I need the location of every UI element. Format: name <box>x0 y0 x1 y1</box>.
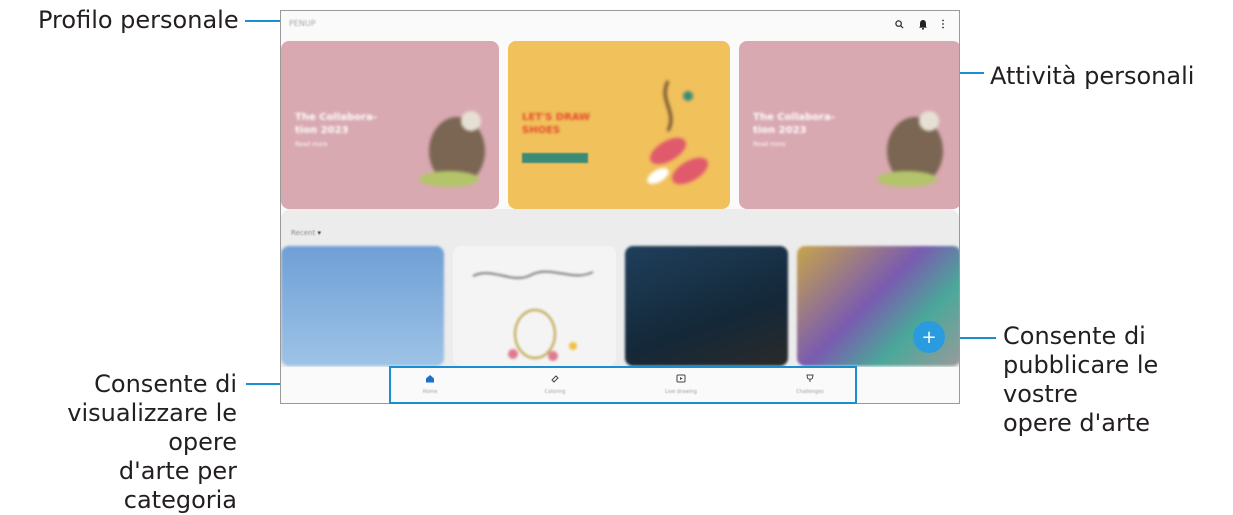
callout-publish-line2: pubblicare le vostre <box>1003 351 1159 408</box>
banner-card[interactable]: LET'S DRAW SHOES <box>508 41 730 209</box>
artwork-card[interactable] <box>625 246 788 366</box>
callout-categories: Consente di visualizzare le opere d'arte… <box>0 370 237 515</box>
callout-activity: Attività personali <box>990 62 1195 90</box>
callout-publish-line3: opere d'arte <box>1003 409 1150 437</box>
bottom-navigation-highlight <box>389 366 857 404</box>
search-icon[interactable] <box>893 18 905 30</box>
banner-subtitle: Read more <box>753 141 786 148</box>
callout-publish-line1: Consente di <box>1003 322 1146 350</box>
callout-line-profile <box>245 20 283 22</box>
app-bar: PENUP <box>281 11 959 41</box>
banner-title: LET'S DRAW SHOES <box>522 112 591 136</box>
banner-illustration <box>647 80 709 185</box>
sort-dropdown[interactable]: Recent ▾ <box>291 229 321 237</box>
banner-illustration <box>877 111 943 187</box>
callout-categories-line2: visualizzare le opere <box>67 399 237 456</box>
app-screen: PENUP The Collabora-tion 2023 Read more … <box>280 10 960 404</box>
add-artwork-button[interactable]: + <box>913 321 945 353</box>
banner-title: The Collabora-tion 2023 <box>295 112 377 136</box>
bell-icon[interactable] <box>917 18 929 30</box>
sort-label: Recent <box>291 229 316 237</box>
plus-icon: + <box>921 326 937 348</box>
more-vert-icon[interactable] <box>937 18 949 30</box>
artwork-card[interactable] <box>453 246 616 366</box>
callout-categories-line1: Consente di <box>94 370 237 398</box>
artwork-card[interactable] <box>281 246 444 366</box>
callout-profile: Profilo personale <box>38 6 239 34</box>
chevron-down-icon: ▾ <box>317 229 321 237</box>
profile-name[interactable]: PENUP <box>289 19 316 28</box>
artwork-image <box>472 270 594 361</box>
banner-subtitle: Read more <box>295 141 328 148</box>
banner-button[interactable] <box>522 153 588 163</box>
banner-illustration <box>419 111 485 187</box>
callout-publish: Consente di pubblicare le vostre opere d… <box>1003 322 1233 438</box>
callout-categories-line3: d'arte per categoria <box>118 457 237 514</box>
banner-title: The Collabora-tion 2023 <box>753 112 835 136</box>
banner-card[interactable]: The Collabora-tion 2023 Read more <box>281 41 499 209</box>
banner-card[interactable]: The Collabora-tion 2023 Read more <box>739 41 959 209</box>
